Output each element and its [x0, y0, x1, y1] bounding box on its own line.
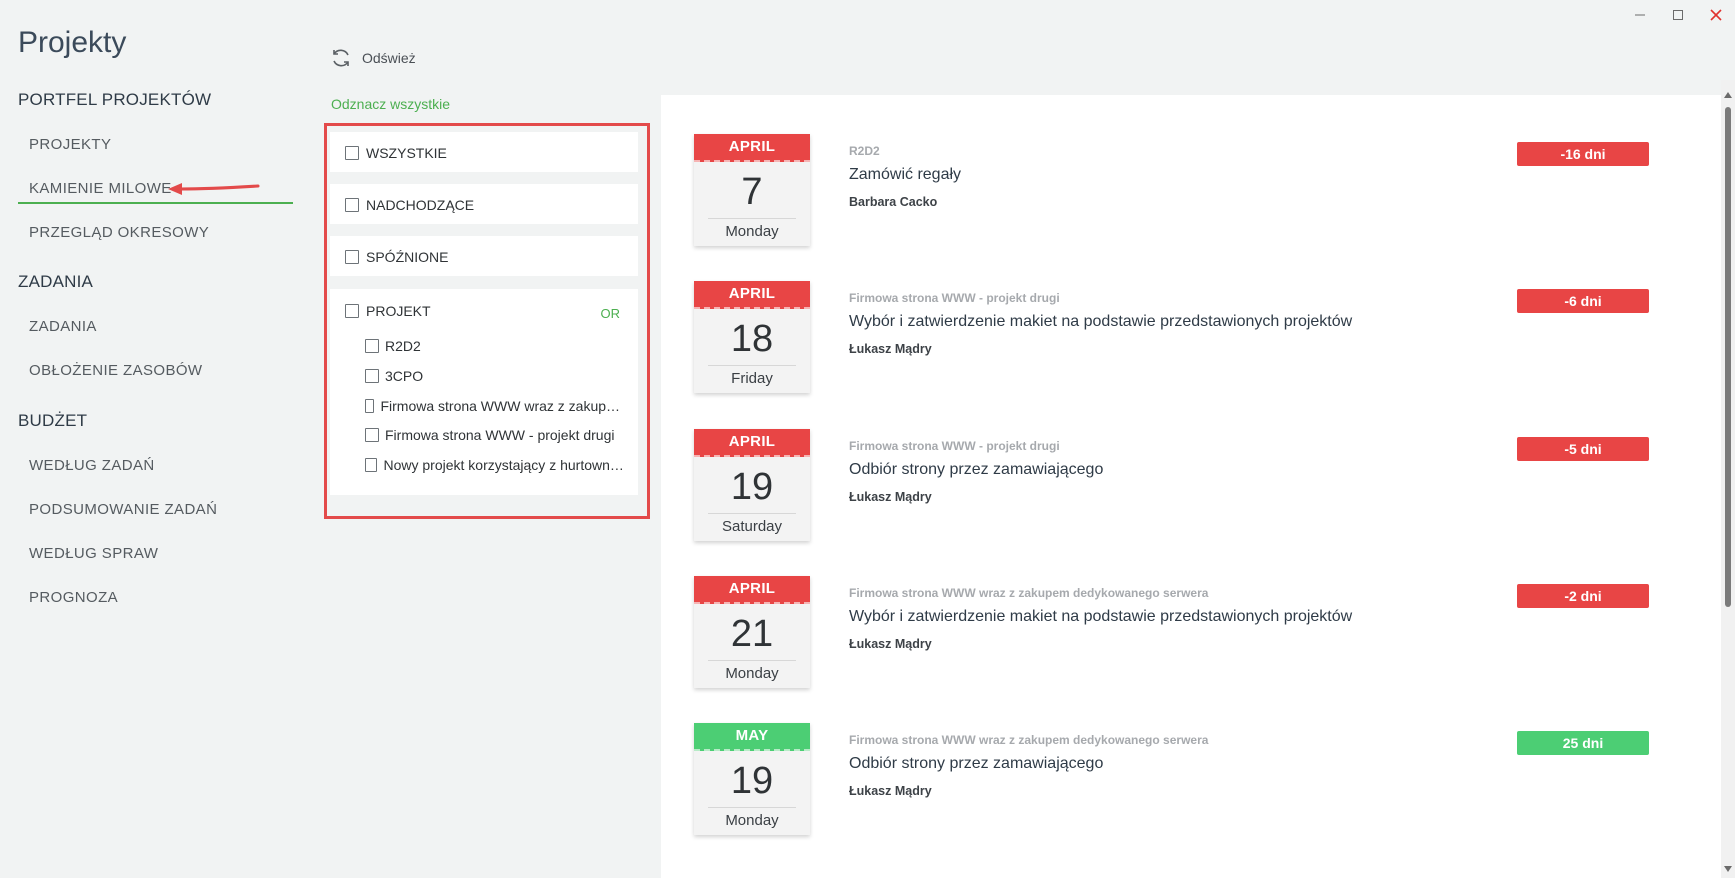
milestone-title[interactable]: Wybór i zatwierdzenie makiet na podstawi…: [849, 608, 1352, 626]
scroll-down-icon[interactable]: [1724, 866, 1732, 872]
annotation-arrow-icon: [168, 183, 260, 195]
annotation-highlight-frame: [324, 123, 650, 519]
refresh-icon: [333, 49, 349, 67]
calendar-month: APRIL: [694, 429, 810, 457]
calendar-divider: [708, 365, 796, 366]
maximize-button[interactable]: [1659, 4, 1697, 26]
milestone-project: Firmowa strona WWW wraz z zakupem dedyko…: [849, 733, 1209, 747]
milestone-person: Łukasz Mądry: [849, 784, 932, 798]
milestone-title[interactable]: Odbiór strony przez zamawiającego: [849, 461, 1103, 479]
milestone-title[interactable]: Zamówić regały: [849, 166, 961, 184]
milestone-title[interactable]: Odbiór strony przez zamawiającego: [849, 755, 1103, 773]
sidebar-item-resource-load[interactable]: OBŁOŻENIE ZASOBÓW: [29, 362, 203, 379]
sidebar: Projekty PORTFEL PROJEKTÓW PROJEKTY KAMI…: [0, 0, 300, 878]
close-icon: [1710, 9, 1722, 21]
calendar-day: 18: [730, 318, 774, 360]
calendar-weekday: Saturday: [721, 518, 783, 535]
days-badge: -5 dni: [1517, 437, 1649, 461]
calendar-date: APRIL 18 Friday: [694, 281, 810, 393]
calendar-month: APRIL: [694, 134, 810, 162]
sidebar-item-tasks[interactable]: ZADANIA: [29, 318, 97, 335]
window-controls: [1621, 4, 1735, 26]
milestone-list: APRIL 7 Monday R2D2 Zamówić regały Barba…: [661, 95, 1721, 878]
scrollbar[interactable]: [1721, 80, 1735, 878]
section-title-budget: BUDŻET: [18, 411, 88, 430]
sidebar-item-periodic-review[interactable]: PRZEGLĄD OKRESOWY: [29, 224, 209, 241]
milestone-person: Łukasz Mądry: [849, 637, 932, 651]
sidebar-item-projects[interactable]: PROJEKTY: [29, 136, 111, 153]
minimize-icon: [1635, 14, 1645, 16]
calendar-date: APRIL 21 Monday: [694, 576, 810, 688]
calendar-month: MAY: [694, 723, 810, 751]
scroll-up-icon[interactable]: [1724, 92, 1732, 98]
calendar-date: APRIL 7 Monday: [694, 134, 810, 246]
calendar-divider: [708, 513, 796, 514]
calendar-day: 19: [730, 466, 774, 508]
calendar-day: 21: [730, 613, 774, 655]
calendar-day: 7: [741, 171, 763, 213]
milestone-person: Łukasz Mądry: [849, 490, 932, 504]
minimize-button[interactable]: [1621, 4, 1659, 26]
milestone-person: Łukasz Mądry: [849, 342, 932, 356]
milestone-project: Firmowa strona WWW wraz z zakupem dedyko…: [849, 586, 1209, 600]
milestone-title[interactable]: Wybór i zatwierdzenie makiet na podstawi…: [849, 313, 1352, 331]
calendar-weekday: Monday: [725, 665, 779, 682]
calendar-divider: [708, 660, 796, 661]
calendar-divider: [708, 807, 796, 808]
milestone-person: Barbara Cacko: [849, 195, 938, 209]
sidebar-item-by-cases[interactable]: WEDŁUG SPRAW: [29, 545, 158, 562]
calendar-date: MAY 19 Monday: [694, 723, 810, 835]
sidebar-item-milestones[interactable]: KAMIENIE MILOWE: [29, 180, 172, 197]
days-badge: -16 dni: [1517, 142, 1649, 166]
calendar-weekday: Monday: [725, 812, 779, 829]
maximize-icon: [1673, 10, 1683, 20]
milestone-item[interactable]: APRIL 21 Monday Firmowa strona WWW wraz …: [693, 576, 1693, 694]
sidebar-item-task-summary[interactable]: PODSUMOWANIE ZADAŃ: [29, 501, 217, 518]
milestone-item[interactable]: APRIL 18 Friday Firmowa strona WWW - pro…: [693, 281, 1693, 399]
calendar-weekday: Friday: [731, 370, 773, 387]
calendar-weekday: Monday: [725, 223, 779, 240]
milestone-item[interactable]: APRIL 7 Monday R2D2 Zamówić regały Barba…: [693, 134, 1693, 252]
calendar-month: APRIL: [694, 576, 810, 604]
milestone-item[interactable]: MAY 19 Monday Firmowa strona WWW wraz z …: [693, 723, 1693, 841]
calendar-divider: [708, 218, 796, 219]
days-badge: 25 dni: [1517, 731, 1649, 755]
calendar-month: APRIL: [694, 281, 810, 309]
calendar-date: APRIL 19 Saturday: [694, 429, 810, 541]
refresh-button[interactable]: Odśwież: [330, 47, 416, 69]
refresh-label: Odśwież: [362, 50, 416, 66]
sidebar-item-by-tasks[interactable]: WEDŁUG ZADAŃ: [29, 457, 155, 474]
milestone-project: Firmowa strona WWW - projekt drugi: [849, 291, 1060, 305]
section-title-tasks: ZADANIA: [18, 272, 94, 291]
scrollbar-thumb[interactable]: [1725, 107, 1731, 607]
uncheck-all-link[interactable]: Odznacz wszystkie: [331, 96, 450, 112]
page-title: Projekty: [18, 26, 127, 59]
days-badge: -6 dni: [1517, 289, 1649, 313]
milestone-item[interactable]: APRIL 19 Saturday Firmowa strona WWW - p…: [693, 429, 1693, 547]
sidebar-item-forecast[interactable]: PROGNOZA: [29, 589, 118, 606]
active-nav-underline: [18, 202, 293, 204]
milestone-project: R2D2: [849, 144, 880, 158]
close-button[interactable]: [1697, 4, 1735, 26]
calendar-day: 19: [730, 760, 774, 802]
section-title-portfolio: PORTFEL PROJEKTÓW: [18, 90, 212, 109]
milestone-project: Firmowa strona WWW - projekt drugi: [849, 439, 1060, 453]
days-badge: -2 dni: [1517, 584, 1649, 608]
